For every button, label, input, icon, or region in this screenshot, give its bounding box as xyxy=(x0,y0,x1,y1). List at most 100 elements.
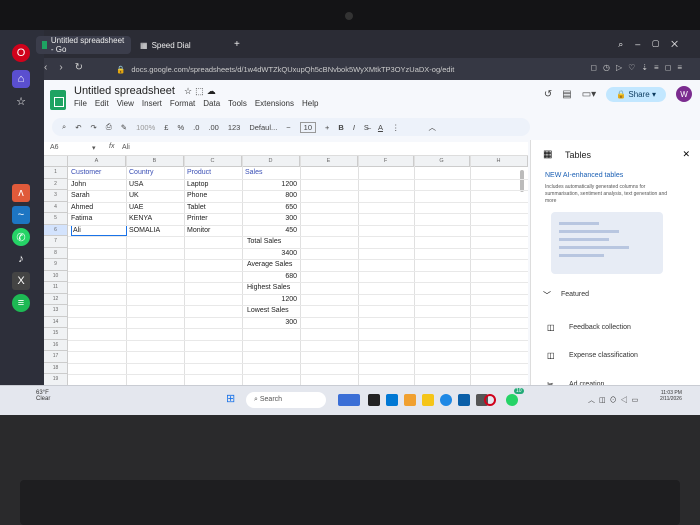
increase-decimal-button[interactable]: .00 xyxy=(208,123,218,132)
cell-b1[interactable]: Country xyxy=(129,167,154,179)
cell-lowest-label[interactable]: Lowest Sales xyxy=(247,305,289,317)
font-size-input[interactable]: 10 xyxy=(299,121,317,133)
row-header-15[interactable]: 15 xyxy=(44,328,68,340)
cell-total-value[interactable]: 3400 xyxy=(245,248,297,260)
cell-a5[interactable]: Fatima xyxy=(71,213,92,225)
bookmark-star-icon[interactable]: ☆ xyxy=(12,92,30,110)
widgets-app-icon[interactable] xyxy=(338,394,360,406)
menu-edit[interactable]: Edit xyxy=(95,99,109,108)
tab-speed-dial[interactable]: ▦ Speed Dial xyxy=(134,36,204,54)
column-header-e[interactable]: E xyxy=(300,156,358,167)
cell-a1[interactable]: Customer xyxy=(71,167,101,179)
clock[interactable]: 11:03 PM 2/11/2026 xyxy=(660,390,682,402)
menu-extensions[interactable]: Extensions xyxy=(255,99,294,108)
strikethrough-icon[interactable]: S̶ xyxy=(364,123,369,132)
row-header-11[interactable]: 11 xyxy=(44,282,68,294)
row-header-1[interactable]: 1 xyxy=(44,167,68,179)
cell-total-label[interactable]: Total Sales xyxy=(247,236,281,248)
redo-icon[interactable]: ↷ xyxy=(91,123,97,132)
select-all-corner[interactable] xyxy=(44,156,68,167)
cell-average-value[interactable]: 680 xyxy=(245,271,297,283)
file-explorer-icon[interactable] xyxy=(422,394,434,406)
name-box-dropdown-icon[interactable]: ▾ xyxy=(92,144,96,152)
meet-icon[interactable]: ▭▾ xyxy=(582,89,596,100)
cell-b3[interactable]: UK xyxy=(129,190,139,202)
column-header-d[interactable]: D xyxy=(242,156,300,167)
new-tab-button[interactable]: + xyxy=(234,39,240,50)
whatsapp-taskbar-icon[interactable] xyxy=(506,394,518,406)
print-icon[interactable]: ⎙ xyxy=(106,122,112,132)
history-icon[interactable]: ↺ xyxy=(544,89,552,100)
system-tray-icons[interactable]: ︿◫⊙◁▭ xyxy=(588,395,642,405)
column-header-c[interactable]: C xyxy=(184,156,242,167)
column-header-b[interactable]: B xyxy=(126,156,184,167)
window-controls[interactable]: ⌕–▢✕ xyxy=(618,39,690,50)
menu-data[interactable]: Data xyxy=(203,99,220,108)
row-header-8[interactable]: 8 xyxy=(44,247,68,259)
currency-button[interactable]: £ xyxy=(164,123,168,132)
formula-input[interactable]: Ali xyxy=(122,144,130,151)
name-box[interactable]: A6 xyxy=(50,144,59,151)
featured-heading[interactable]: Featured xyxy=(561,291,589,298)
cell-lowest-value[interactable]: 300 xyxy=(245,317,297,329)
opera-taskbar-icon[interactable] xyxy=(484,394,496,406)
photos-icon[interactable] xyxy=(404,394,416,406)
bold-button[interactable]: B xyxy=(338,123,343,132)
more-formats-button[interactable]: 123 xyxy=(228,123,241,132)
cell-c6[interactable]: Monitor xyxy=(187,225,210,237)
cell-average-label[interactable]: Average Sales xyxy=(247,259,292,271)
percent-button[interactable]: % xyxy=(177,123,184,132)
whatsapp-icon[interactable]: ✆ xyxy=(12,228,30,246)
address-field[interactable]: 🔒 docs.google.com/spreadsheets/d/1w4dWTZ… xyxy=(116,62,546,76)
row-header-9[interactable]: 9 xyxy=(44,259,68,271)
row-header-6[interactable]: 6 xyxy=(44,224,68,236)
row-header-3[interactable]: 3 xyxy=(44,190,68,202)
font-size-increase[interactable]: + xyxy=(325,123,329,132)
cell-c1[interactable]: Product xyxy=(187,167,211,179)
undo-icon[interactable]: ↶ xyxy=(75,123,81,132)
windows-start-icon[interactable]: ⊞ xyxy=(226,392,238,405)
cell-a2[interactable]: John xyxy=(71,179,86,191)
menu-tools[interactable]: Tools xyxy=(228,99,247,108)
chevron-down-icon[interactable]: ﹀ xyxy=(543,290,551,301)
menu-help[interactable]: Help xyxy=(302,99,318,108)
cell-highest-label[interactable]: Highest Sales xyxy=(247,282,290,294)
opera-logo-icon[interactable]: O xyxy=(12,44,30,62)
cell-b5[interactable]: KENYA xyxy=(129,213,152,225)
menu-format[interactable]: Format xyxy=(170,99,195,108)
zoom-select[interactable]: 100% xyxy=(136,123,155,132)
doc-title[interactable]: Untitled spreadsheet ☆ ⬚ ☁ xyxy=(74,85,216,97)
text-color-icon[interactable]: A xyxy=(378,123,383,132)
store-icon[interactable] xyxy=(386,394,398,406)
vertical-scrollbar[interactable] xyxy=(520,170,524,192)
cell-d4[interactable]: 650 xyxy=(245,202,297,214)
font-size-decrease[interactable]: − xyxy=(286,123,290,132)
menu-file[interactable]: File xyxy=(74,99,87,108)
cell-d3[interactable]: 800 xyxy=(245,190,297,202)
row-header-14[interactable]: 14 xyxy=(44,316,68,328)
cell-d1[interactable]: Sales xyxy=(245,167,263,179)
menu-insert[interactable]: Insert xyxy=(142,99,162,108)
spotify-icon[interactable]: ≡ xyxy=(12,294,30,312)
row-header-18[interactable]: 18 xyxy=(44,362,68,374)
cell-a3[interactable]: Sarah xyxy=(71,190,90,202)
cloud-icon[interactable]: ☁ xyxy=(207,86,216,96)
search-menus-icon[interactable]: ⌕ xyxy=(62,122,66,132)
row-header-2[interactable]: 2 xyxy=(44,178,68,190)
row-header-12[interactable]: 12 xyxy=(44,293,68,305)
address-bar-icons[interactable]: ◻◷▷♡⇣≡◻≡ xyxy=(590,63,688,72)
column-header-h[interactable]: H xyxy=(470,156,528,167)
collapse-icon[interactable]: ︿ xyxy=(428,122,436,133)
cell-c4[interactable]: Tablet xyxy=(187,202,206,214)
column-header-f[interactable]: F xyxy=(358,156,414,167)
paint-format-icon[interactable]: ✎ xyxy=(121,123,127,132)
messenger-icon[interactable]: ~ xyxy=(12,206,30,224)
font-select[interactable]: Defaul... xyxy=(249,123,277,132)
row-header-17[interactable]: 17 xyxy=(44,351,68,363)
cell-c3[interactable]: Phone xyxy=(187,190,207,202)
cell-c2[interactable]: Laptop xyxy=(187,179,208,191)
cell-b2[interactable]: USA xyxy=(129,179,143,191)
move-icon[interactable]: ⬚ xyxy=(195,86,204,96)
star-icon[interactable]: ☆ xyxy=(184,86,192,96)
menu-view[interactable]: View xyxy=(117,99,134,108)
